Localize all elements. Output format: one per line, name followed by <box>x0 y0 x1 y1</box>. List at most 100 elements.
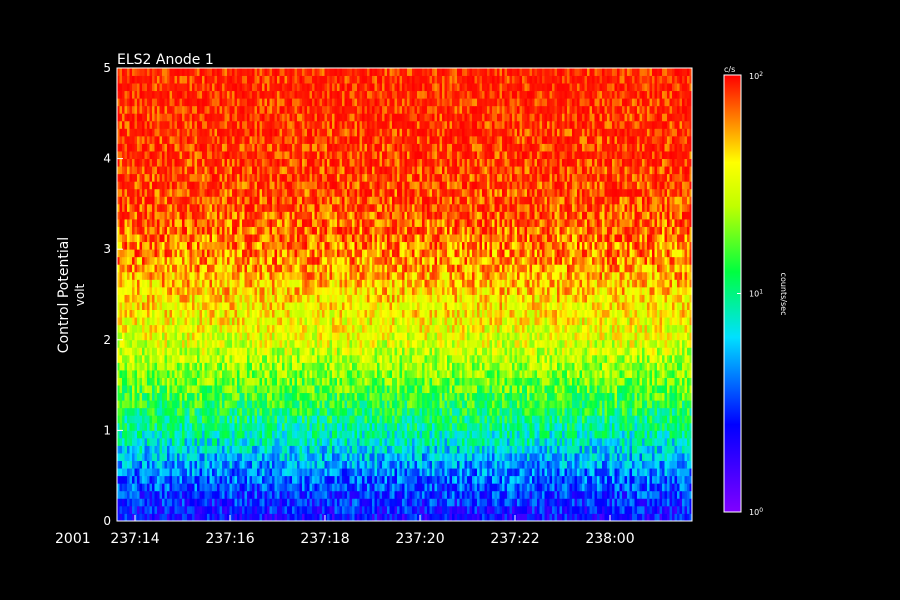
heatmap-cell <box>524 385 528 394</box>
heatmap-cell <box>299 392 303 401</box>
heatmap-cell <box>492 377 495 386</box>
heatmap-cell <box>597 407 600 416</box>
heatmap-cell <box>462 483 465 492</box>
heatmap-cell <box>312 460 315 469</box>
heatmap-cell <box>197 460 200 469</box>
heatmap-cell <box>534 513 538 522</box>
heatmap-cell <box>157 385 160 394</box>
heatmap-cell <box>539 370 543 378</box>
heatmap-cell <box>204 430 208 439</box>
heatmap-cell <box>487 475 490 484</box>
heatmap-cell <box>499 407 503 416</box>
heatmap-cell <box>402 362 405 371</box>
heatmap-cell <box>152 437 155 446</box>
heatmap-cell <box>517 505 520 514</box>
heatmap-cell <box>362 490 365 499</box>
heatmap-cell <box>429 490 433 499</box>
heatmap-cell <box>404 460 408 469</box>
heatmap-cell <box>239 453 243 461</box>
heatmap-cell <box>567 437 570 446</box>
heatmap-cell <box>214 490 218 499</box>
heatmap-cell <box>394 505 398 514</box>
heatmap-cell <box>544 437 548 446</box>
heatmap-cell <box>609 483 613 492</box>
heatmap-cell <box>182 407 185 416</box>
heatmap-cell <box>634 460 638 469</box>
heatmap-cell <box>439 475 443 484</box>
heatmap-cell <box>352 475 355 484</box>
heatmap-cell <box>422 370 425 378</box>
heatmap-cell <box>672 513 675 522</box>
heatmap-cell <box>264 370 268 378</box>
heatmap-cell <box>194 430 198 439</box>
heatmap-cell <box>529 370 533 378</box>
heatmap-cell <box>369 362 373 371</box>
heatmap-cell <box>377 362 380 371</box>
heatmap-cell <box>459 513 463 522</box>
heatmap-cell <box>599 505 603 514</box>
heatmap-cell <box>184 400 188 409</box>
heatmap-cell <box>514 430 518 439</box>
heatmap-cell <box>509 385 513 394</box>
heatmap-cell <box>422 377 425 386</box>
heatmap-cell <box>317 513 320 522</box>
heatmap-cell <box>139 437 143 446</box>
heatmap-cell <box>674 490 678 499</box>
heatmap-cell <box>124 475 128 484</box>
heatmap-cell <box>214 377 218 386</box>
heatmap-cell <box>199 385 203 394</box>
heatmap-cell <box>522 422 525 431</box>
heatmap-cell <box>587 392 590 401</box>
heatmap-cell <box>594 483 598 492</box>
heatmap-cell <box>389 498 393 507</box>
heatmap-cell <box>369 483 373 492</box>
heatmap-cell <box>454 430 458 439</box>
heatmap-cell <box>437 354 440 363</box>
heatmap-cell <box>179 505 183 514</box>
heatmap-cell <box>459 422 463 431</box>
heatmap-cell <box>582 483 585 492</box>
heatmap-cell <box>679 400 683 409</box>
heatmap-cell <box>617 407 620 416</box>
heatmap-cell <box>497 362 500 371</box>
heatmap-cell <box>167 377 170 386</box>
heatmap-cell <box>139 445 143 454</box>
heatmap-cell <box>657 445 660 454</box>
heatmap-cell <box>267 483 270 492</box>
heatmap-cell <box>212 385 215 394</box>
heatmap-cell <box>147 377 150 386</box>
heatmap-cell <box>144 370 148 378</box>
heatmap-cell <box>662 498 665 507</box>
heatmap-cell <box>482 483 485 492</box>
heatmap-cell <box>577 468 580 477</box>
heatmap-cell <box>227 430 230 439</box>
heatmap-cell <box>447 437 450 446</box>
heatmap-cell <box>384 505 388 514</box>
heatmap-cell <box>142 445 145 454</box>
heatmap-cell <box>609 475 613 484</box>
heatmap-cell <box>479 498 483 507</box>
heatmap-cell <box>564 475 568 484</box>
heatmap-cell <box>659 422 663 431</box>
heatmap-cell <box>384 407 388 416</box>
heatmap-cell <box>289 453 293 461</box>
heatmap-cell <box>584 415 588 424</box>
heatmap-cell <box>434 362 438 371</box>
heatmap-cell <box>607 475 610 484</box>
heatmap-cell <box>527 422 530 431</box>
heatmap-cell <box>349 445 353 454</box>
heatmap-cell <box>624 430 628 439</box>
heatmap-cell <box>619 490 623 499</box>
heatmap-cell <box>444 483 448 492</box>
heatmap-cell <box>469 354 473 363</box>
heatmap-cell <box>272 483 275 492</box>
heatmap-cell <box>449 513 453 522</box>
heatmap-cell <box>599 407 603 416</box>
heatmap-cell <box>239 430 243 439</box>
heatmap-cell <box>354 468 358 477</box>
heatmap-cell <box>207 385 210 394</box>
heatmap-cell <box>269 475 273 484</box>
heatmap-cell <box>202 370 205 378</box>
heatmap-cell <box>494 468 498 477</box>
heatmap-cell <box>487 415 490 424</box>
